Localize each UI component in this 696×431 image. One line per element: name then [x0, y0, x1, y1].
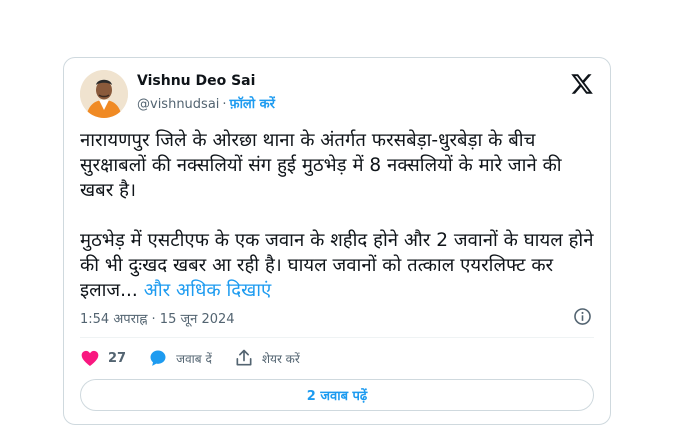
action-bar: 27 जवाब दें शेयर करें — [80, 346, 322, 370]
x-logo-icon[interactable] — [570, 72, 594, 96]
tweet-paragraph-2: मुठभेड़ में एसटीएफ के एक जवान के शहीद हो… — [80, 228, 600, 303]
tweet-card: Vishnu Deo Sai @vishnudsai · फ़ॉलो करें ना… — [63, 57, 611, 425]
follow-button[interactable]: फ़ॉलो करें — [230, 97, 275, 112]
avatar[interactable] — [80, 70, 128, 118]
show-more-link[interactable]: और अधिक दिखाएं — [144, 280, 272, 301]
info-icon[interactable] — [573, 307, 592, 326]
tweet-text: नारायणपुर जिले के ओरछा थाना के अंतर्गत फ… — [80, 128, 600, 303]
read-replies-button[interactable]: 2 जवाब पढ़ें — [80, 379, 594, 411]
like-count: 27 — [108, 350, 127, 366]
heart-icon — [81, 350, 99, 366]
share-icon — [236, 349, 252, 366]
tweet-paragraph-1: नारायणपुर जिले के ओरछा थाना के अंतर्गत फ… — [80, 130, 562, 201]
like-button[interactable]: 27 — [80, 348, 126, 368]
tweet-timestamp[interactable]: 1:54 अपराह्न · 15 जून 2024 — [80, 309, 235, 327]
reply-label: जवाब दें — [176, 351, 212, 366]
divider — [80, 337, 594, 338]
share-label: शेयर करें — [261, 351, 300, 366]
separator-dot: · — [222, 97, 227, 112]
reply-button[interactable]: जवाब दें — [148, 348, 212, 368]
author-name[interactable]: Vishnu Deo Sai — [137, 73, 255, 89]
reply-bubble-icon — [150, 350, 166, 366]
author-handle[interactable]: @vishnudsai — [137, 97, 219, 112]
avatar-image — [80, 70, 128, 118]
share-button[interactable]: शेयर करें — [234, 348, 300, 368]
author-handle-row: @vishnudsai · फ़ॉलो करें — [137, 94, 275, 112]
